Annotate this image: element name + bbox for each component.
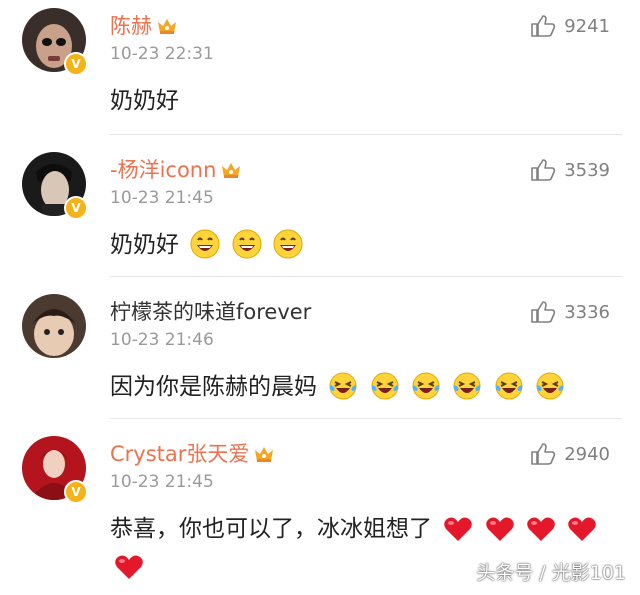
thumbs-up-icon	[531, 301, 556, 323]
like-button[interactable]: 3336	[530, 300, 610, 324]
heart-emoji-icon	[527, 517, 555, 541]
comment-text: 奶奶好	[110, 226, 616, 264]
comment-text: 因为你是陈赫的晨妈	[110, 368, 616, 406]
thumbs-up-icon	[531, 159, 556, 181]
like-button[interactable]: 3539	[530, 158, 610, 182]
divider	[110, 418, 622, 419]
username[interactable]: 柠檬茶的味道forever	[110, 296, 311, 326]
like-count: 3336	[564, 301, 610, 323]
username[interactable]: Crystar张天爱	[110, 438, 275, 468]
comment-item: V 陈赫 10-23 22:31 奶奶好 9241	[0, 0, 640, 134]
heart-emoji-icon	[444, 517, 473, 541]
laugh-tears-emoji-icon	[329, 372, 357, 400]
comment-time: 10-23 21:45	[110, 472, 214, 492]
heart-emoji-icon	[568, 517, 597, 541]
emoji-row	[179, 229, 303, 259]
verified-badge-icon: V	[64, 52, 88, 76]
comment-item: V -杨洋iconn 10-23 21:45 奶奶好 3539	[0, 144, 640, 278]
heart-emoji-icon	[115, 555, 143, 579]
verified-badge-icon: V	[64, 480, 88, 504]
avatar[interactable]	[22, 294, 86, 358]
grin-emoji-icon	[232, 229, 262, 259]
comment-time: 10-23 22:31	[110, 44, 214, 64]
like-button[interactable]: 9241	[530, 14, 610, 38]
username[interactable]: 陈赫	[110, 10, 178, 40]
comment-text: 奶奶好	[110, 88, 179, 114]
laugh-tears-emoji-icon	[371, 372, 399, 400]
like-button[interactable]: 2940	[530, 442, 610, 466]
crown-vip-icon	[158, 19, 176, 34]
comment-item: 柠檬茶的味道forever 10-23 21:46 因为你是陈赫的晨妈 3336	[0, 286, 640, 420]
like-count: 2940	[564, 443, 610, 465]
thumbs-up-icon	[531, 443, 556, 465]
crown-vip-icon	[255, 447, 274, 462]
grin-emoji-icon	[273, 229, 303, 259]
grin-emoji-icon	[190, 229, 220, 259]
laugh-tears-emoji-icon	[453, 372, 481, 400]
crown-vip-icon	[222, 163, 241, 178]
divider	[110, 276, 622, 277]
emoji-row	[317, 372, 565, 400]
comment-time: 10-23 21:46	[110, 330, 214, 350]
laugh-tears-emoji-icon	[495, 372, 523, 400]
laugh-tears-emoji-icon	[536, 372, 564, 400]
divider	[110, 134, 622, 135]
comment-time: 10-23 21:45	[110, 188, 214, 208]
thumbs-up-icon	[531, 15, 556, 37]
verified-badge-icon: V	[64, 196, 88, 220]
like-count: 3539	[564, 159, 610, 181]
laugh-tears-emoji-icon	[412, 372, 440, 400]
heart-emoji-icon	[485, 517, 514, 541]
like-count: 9241	[564, 15, 610, 37]
watermark: 头条号 / 光影101	[476, 562, 626, 584]
username[interactable]: -杨洋iconn	[110, 154, 242, 184]
